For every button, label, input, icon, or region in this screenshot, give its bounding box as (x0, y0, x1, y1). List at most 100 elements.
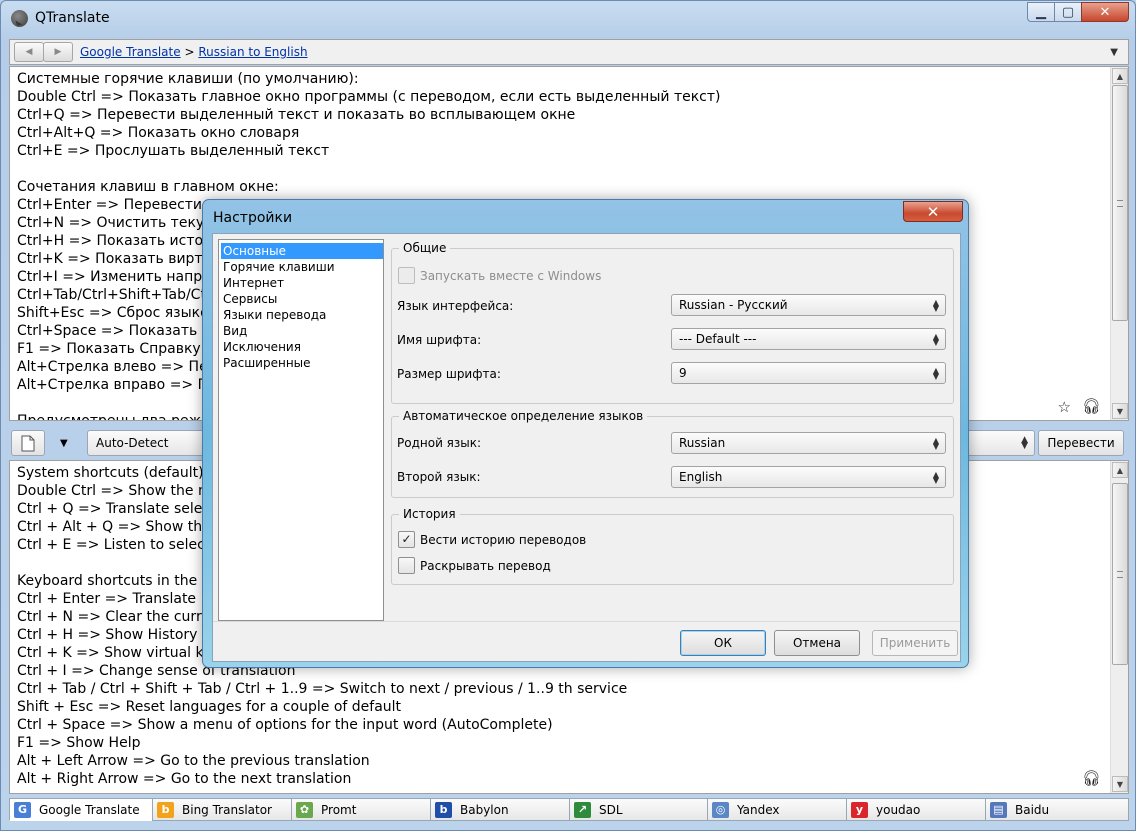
app-logo-icon (11, 10, 28, 27)
service-tab[interactable]: G Google Translate (9, 798, 152, 821)
native-language-select[interactable]: Russian ▲ ▼ (671, 432, 946, 454)
font-name-value: --- Default --- (679, 332, 757, 346)
category-item[interactable]: Основные (221, 243, 383, 259)
service-tab[interactable]: ↗ SDL (569, 798, 707, 821)
autodetect-group-title: Автоматическое определение языков (399, 409, 648, 423)
close-button[interactable]: ✕ (1081, 2, 1129, 22)
category-item[interactable]: Расширенные (221, 355, 383, 371)
scroll-down-icon[interactable]: ▼ (1112, 403, 1128, 419)
select-arrows-icon: ▲ ▼ (932, 436, 939, 451)
ui-language-select[interactable]: Russian - Русский ▲ ▼ (671, 294, 946, 316)
expand-translation-checkbox[interactable] (398, 557, 415, 574)
text-line (17, 160, 720, 178)
service-tab[interactable]: ✿ Promt (291, 798, 430, 821)
dialog-body: Основные Горячие клавиши Интернет Сервисы Яз… (212, 233, 961, 662)
headphones-icon[interactable]: 🎧︎ (1082, 397, 1101, 415)
cancel-button[interactable]: Отмена (774, 630, 860, 656)
star-icon[interactable]: ☆ (1058, 398, 1071, 416)
arrow-left-icon: ◀ (25, 47, 33, 57)
breadcrumb-service-link[interactable]: Google Translate (80, 45, 181, 59)
text-line: Ctrl + Space => Show a menu of options f… (17, 717, 553, 733)
service-tab-label: Bing Translator (182, 802, 272, 817)
dialog-separator (213, 621, 960, 622)
general-group-title: Общие (399, 241, 451, 255)
text-line: Ctrl+Alt+Q => Показать окно словаря (17, 125, 300, 141)
category-item[interactable]: Вид (221, 323, 383, 339)
ui-language-value: Russian - Русский (679, 298, 788, 312)
new-document-button[interactable] (11, 430, 45, 456)
text-line: Системные горячие клавиши (по умолчанию)… (17, 71, 359, 87)
maximize-icon: ▢ (1061, 4, 1075, 20)
service-tab-label: SDL (599, 802, 623, 817)
category-item[interactable]: Горячие клавиши (221, 259, 383, 275)
service-logo-icon: b (157, 801, 174, 818)
scroll-up-icon[interactable]: ▲ (1112, 462, 1128, 478)
service-tab[interactable]: b Bing Translator (152, 798, 291, 821)
caption-buttons: ▁ ▢ ✕ (1027, 2, 1129, 22)
select-arrows-icon: ▲ ▼ (932, 332, 939, 347)
general-group: Общие Запускать вместе с Windows Язык ин… (391, 241, 954, 404)
service-tab-label: Yandex (737, 802, 780, 817)
service-logo-icon: G (14, 801, 31, 818)
translate-button[interactable]: Перевести (1038, 430, 1124, 456)
category-item[interactable]: Исключения (221, 339, 383, 355)
text-line: Ctrl + Tab / Ctrl + Shift + Tab / Ctrl +… (17, 681, 628, 697)
service-logo-icon: b (435, 801, 452, 818)
category-list[interactable]: Основные Горячие клавиши Интернет Сервисы Яз… (218, 239, 384, 621)
second-language-label: Второй язык: (397, 470, 481, 484)
headphones-icon[interactable]: 🎧︎ (1082, 769, 1101, 787)
font-name-select[interactable]: --- Default --- ▲ ▼ (671, 328, 946, 350)
service-tab-label: Baidu (1015, 802, 1050, 817)
text-line: Shift + Esc => Reset languages for a cou… (17, 699, 402, 715)
keep-history-checkbox[interactable]: ✓ (398, 531, 415, 548)
ui-language-label: Язык интерфейса: (397, 299, 514, 313)
dialog-close-button[interactable]: ✕ (903, 201, 963, 222)
text-line: Alt + Right Arrow => Go to the next tran… (17, 771, 352, 787)
service-tab-label: youdao (876, 802, 921, 817)
apply-button[interactable]: Применить (872, 630, 958, 656)
service-tab[interactable]: ▤ Baidu (985, 798, 1129, 821)
breadcrumb-direction-link[interactable]: Russian to English (198, 45, 307, 59)
result-scrollbar[interactable]: ▲ ▼ (1110, 461, 1128, 793)
close-icon: ✕ (926, 202, 940, 221)
native-language-value: Russian (679, 436, 726, 450)
breadcrumb: Google Translate > Russian to English (80, 45, 308, 59)
service-tab[interactable]: ◎ Yandex (707, 798, 846, 821)
ok-button[interactable]: ОК (680, 630, 766, 656)
scroll-up-icon[interactable]: ▲ (1112, 68, 1128, 84)
keep-history-label: Вести историю переводов (420, 533, 587, 547)
history-group-title: История (399, 507, 460, 521)
startup-checkbox[interactable] (398, 267, 415, 284)
service-tab[interactable]: b Babylon (430, 798, 569, 821)
text-line: Ctrl+E => Прослушать выделенный текст (17, 143, 330, 159)
category-item[interactable]: Сервисы (221, 291, 383, 307)
font-size-select[interactable]: 9 ▲ ▼ (671, 362, 946, 384)
options-dropdown-icon[interactable]: ▼ (60, 438, 68, 449)
maximize-button[interactable]: ▢ (1054, 2, 1082, 22)
document-icon (21, 435, 35, 451)
category-item[interactable]: Языки перевода (221, 307, 383, 323)
text-line: Double Ctrl => Показать главное окно про… (17, 89, 721, 105)
scroll-thumb[interactable] (1112, 85, 1128, 321)
text-line: Сочетания клавиш в главном окне: (17, 179, 279, 195)
arrow-right-icon: ▶ (54, 47, 62, 57)
category-item[interactable]: Интернет (221, 275, 383, 291)
minimize-button[interactable]: ▁ (1027, 2, 1055, 22)
second-language-value: English (679, 470, 723, 484)
second-language-select[interactable]: English ▲ ▼ (671, 466, 946, 488)
service-tab[interactable]: y youdao (846, 798, 985, 821)
scroll-down-icon[interactable]: ▼ (1112, 776, 1128, 792)
back-button[interactable]: ◀ (14, 42, 44, 62)
source-scrollbar[interactable]: ▲ ▼ (1110, 67, 1128, 420)
service-tabs: G Google Translate b Bing Translator ✿ Promt b… (9, 798, 1129, 822)
title-bar[interactable]: QTranslate ▁ ▢ ✕ (1, 1, 1135, 35)
service-logo-icon: y (851, 801, 868, 818)
autodetect-group: Автоматическое определение языков Родной… (391, 409, 954, 498)
navigation-bar: ◀ ▶ Google Translate > Russian to Englis… (9, 39, 1129, 65)
text-line: Ctrl+Q => Перевести выделенный текст и п… (17, 107, 576, 123)
chevron-down-icon[interactable]: ▼ (1110, 47, 1118, 58)
scroll-thumb[interactable] (1112, 483, 1128, 665)
history-group: История ✓ Вести историю переводов Раскры… (391, 507, 954, 585)
native-language-label: Родной язык: (397, 436, 482, 450)
forward-button[interactable]: ▶ (43, 42, 73, 62)
